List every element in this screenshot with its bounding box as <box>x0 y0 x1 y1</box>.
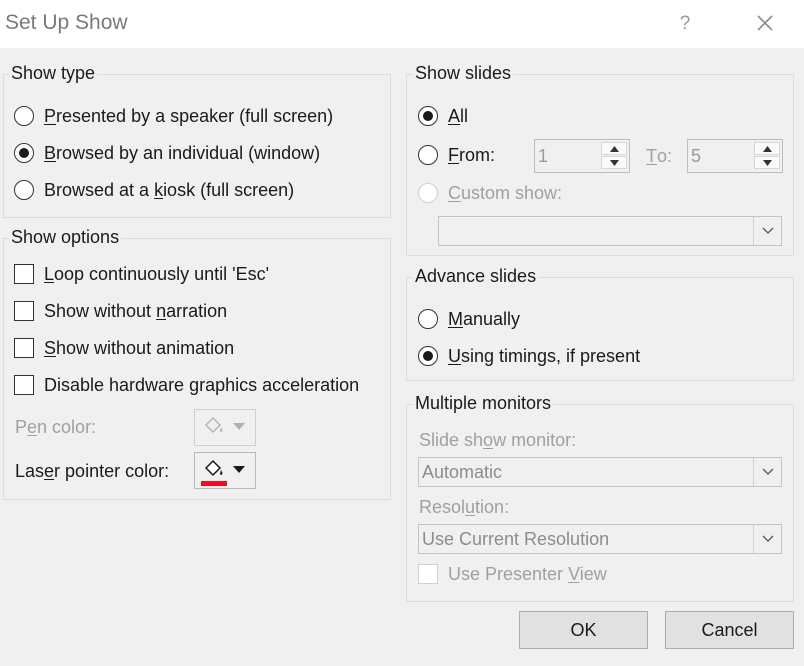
disable-hw-accel-checkbox[interactable]: Disable hardware graphics acceleration <box>14 373 359 397</box>
paint-bucket-icon <box>204 459 223 477</box>
radio-label: Custom show: <box>448 182 563 203</box>
slide-show-monitor-dropdown[interactable]: Automatic <box>418 457 782 487</box>
loop-checkbox[interactable]: Loop continuously until 'Esc' <box>14 262 269 286</box>
radio-label: Using timings, if present <box>448 345 641 366</box>
spin-down-button[interactable] <box>754 156 780 169</box>
chevron-down-icon <box>762 535 773 542</box>
show-slides-label: Show slides <box>413 63 514 84</box>
dialog-title: Set Up Show <box>5 11 128 34</box>
show-type-label: Show type <box>9 63 98 84</box>
radio-label: All <box>448 105 469 126</box>
to-slide-stepper[interactable] <box>754 142 780 170</box>
slides-all-radio[interactable]: All <box>418 104 468 128</box>
checkbox-label: Show without animation <box>44 337 235 358</box>
cancel-button[interactable]: Cancel <box>665 611 794 649</box>
close-icon <box>757 15 773 31</box>
chevron-down-icon <box>762 227 773 234</box>
chevron-down-icon <box>233 423 245 430</box>
title-bar: Set Up Show ? <box>0 0 804 48</box>
dropdown-button[interactable] <box>753 458 781 486</box>
checkbox[interactable] <box>14 375 34 395</box>
chevron-down-icon <box>609 159 619 166</box>
show-options-label: Show options <box>9 227 122 248</box>
radio-button[interactable] <box>418 183 438 203</box>
radio-label: Browsed at a kiosk (full screen) <box>44 179 295 200</box>
chevron-down-icon <box>762 159 772 166</box>
checkbox-label: Loop continuously until 'Esc' <box>44 263 270 284</box>
radio-button[interactable] <box>14 143 34 163</box>
presenter-view-checkbox[interactable]: Use Presenter View <box>418 562 607 586</box>
radio-button[interactable] <box>418 346 438 366</box>
chevron-down-icon <box>233 466 245 473</box>
radio-button[interactable] <box>14 106 34 126</box>
advance-timings-radio[interactable]: Using timings, if present <box>418 344 640 368</box>
custom-show-radio[interactable]: Custom show: <box>418 181 562 205</box>
radio-label: Presented by a speaker (full screen) <box>44 105 334 126</box>
spin-down-button[interactable] <box>601 156 627 169</box>
to-label: To: <box>646 145 673 166</box>
to-slide-value: 5 <box>691 146 702 166</box>
spin-up-button[interactable] <box>601 142 627 155</box>
radio-label: Browsed by an individual (window) <box>44 142 321 163</box>
from-slide-value: 1 <box>538 146 549 166</box>
radio-button[interactable] <box>14 180 34 200</box>
show-type-individual-radio[interactable]: Browsed by an individual (window) <box>14 141 320 165</box>
show-type-speaker-radio[interactable]: Presented by a speaker (full screen) <box>14 104 333 128</box>
show-type-kiosk-radio[interactable]: Browsed at a kiosk (full screen) <box>14 178 294 202</box>
close-button[interactable] <box>748 8 782 40</box>
checkbox[interactable] <box>14 301 34 321</box>
checkbox-label: Use Presenter View <box>448 563 607 584</box>
checkbox[interactable] <box>418 564 438 584</box>
laser-color-swatch <box>201 481 227 486</box>
radio-dot <box>423 111 433 121</box>
slides-from-radio[interactable]: From: <box>418 143 495 167</box>
help-button[interactable]: ? <box>670 10 700 38</box>
without-animation-checkbox[interactable]: Show without animation <box>14 336 234 360</box>
radio-button[interactable] <box>418 106 438 126</box>
pen-color-button[interactable] <box>194 409 256 446</box>
radio-label: From: <box>448 144 495 165</box>
radio-dot <box>423 351 433 361</box>
resolution-dropdown[interactable]: Use Current Resolution <box>418 524 782 554</box>
radio-label: Manually <box>448 308 521 329</box>
resolution-label: Resol u tion: <box>419 496 510 517</box>
radio-button[interactable] <box>418 145 438 165</box>
radio-button[interactable] <box>418 309 438 329</box>
monitor-value: Automatic <box>422 462 503 482</box>
ok-button[interactable]: OK <box>519 611 648 649</box>
dropdown-button[interactable] <box>753 217 781 245</box>
spin-up-button[interactable] <box>754 142 780 155</box>
multiple-monitors-label: Multiple monitors <box>413 393 554 414</box>
checkbox[interactable] <box>14 338 34 358</box>
chevron-up-icon <box>609 145 619 152</box>
checkbox-label: Show without narration <box>44 300 228 321</box>
slide-show-monitor-label: Slide sh o w monitor: <box>419 429 577 450</box>
advance-slides-label: Advance slides <box>413 266 539 287</box>
laser-color-label: Las e r pointer color: <box>15 460 170 481</box>
dropdown-button[interactable] <box>753 525 781 553</box>
pen-color-label: Pen color: <box>15 416 97 437</box>
laser-color-button[interactable] <box>194 452 256 489</box>
paint-bucket-icon <box>204 416 223 434</box>
to-slide-input[interactable]: 5 <box>687 139 783 173</box>
from-slide-stepper[interactable] <box>601 142 627 170</box>
advance-manually-radio[interactable]: Manually <box>418 307 520 331</box>
chevron-up-icon <box>762 145 772 152</box>
radio-dot <box>19 148 29 158</box>
without-narration-checkbox[interactable]: Show without narration <box>14 299 227 323</box>
chevron-down-icon <box>762 468 773 475</box>
custom-show-dropdown[interactable] <box>438 216 782 246</box>
resolution-value: Use Current Resolution <box>422 529 610 549</box>
checkbox-label: Disable hardware graphics acceleration <box>44 374 360 395</box>
checkbox[interactable] <box>14 264 34 284</box>
from-slide-input[interactable]: 1 <box>534 139 630 173</box>
